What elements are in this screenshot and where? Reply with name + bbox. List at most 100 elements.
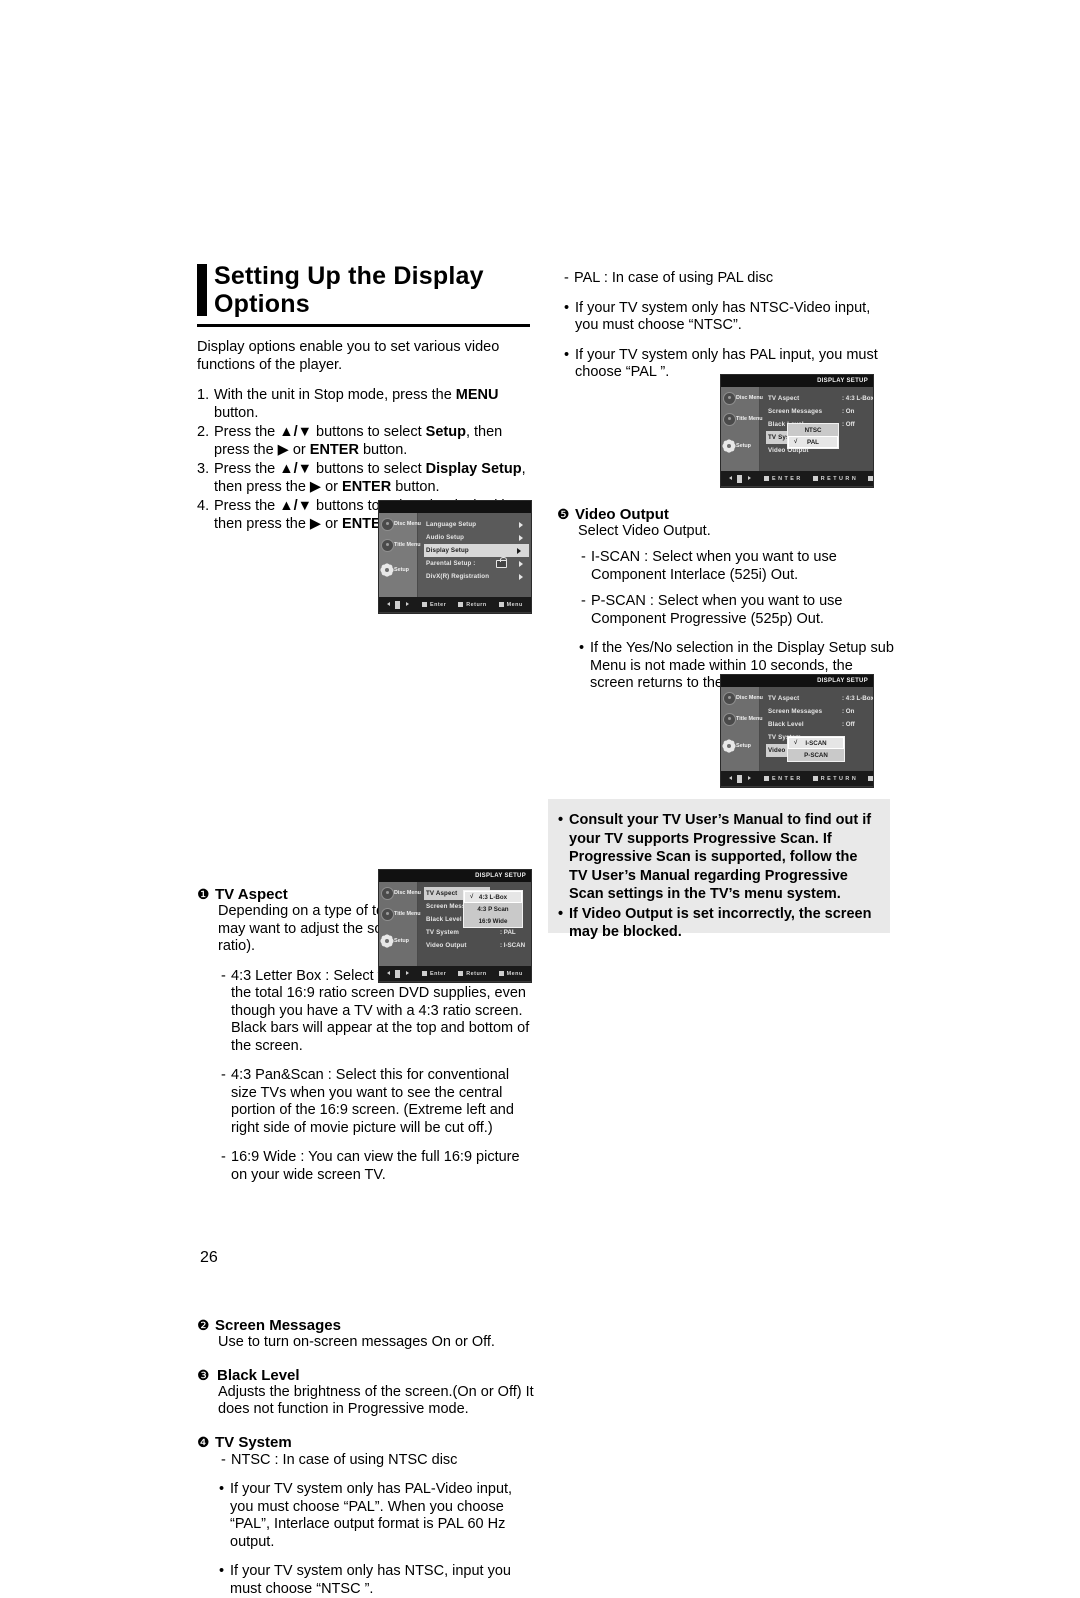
osd-sidebar-disc-menu[interactable]: Disc Menu [379,882,417,903]
list-item: •If your TV system only has NTSC-Video i… [564,300,897,335]
check-icon: √ [470,894,473,900]
section-body: Adjusts the brightness of the screen.(On… [218,1384,537,1419]
osd-popup-option-label: 4:3 P Scan [477,906,508,913]
osd-menu-row-value: : PAL [500,929,516,936]
osd-sidebar-disc-menu[interactable]: Disc Menu [721,387,759,408]
osd-popup-tv-system: NTSC √ PAL [787,423,839,449]
osd-popup-option[interactable]: NTSC [788,424,838,436]
osd-sidebar-title-menu[interactable]: Title Menu [379,903,417,924]
section-heading: ❷ Screen Messages [197,1317,537,1334]
disc-icon [381,539,393,551]
page-title: Setting Up the Display Options [197,262,537,318]
osd-menu-row-label: TV Aspect [768,695,799,702]
osd-sidebar-title-menu[interactable]: Title Menu [379,534,417,555]
list-item: - PAL : In case of using PAL disc [564,270,897,288]
osd-sidebar-title-menu-label: Title Menu [394,542,421,548]
list-item: -16:9 Wide : You can view the full 16:9 … [221,1149,537,1184]
osd-popup-video-output: √I-SCANP-SCAN [787,736,845,762]
chevron-right-icon [517,548,521,554]
osd-sidebar-setup[interactable]: Setup [379,559,417,580]
osd-sidebar-setup[interactable]: Setup [721,735,759,756]
osd-menu-row-value: : Off [842,721,855,728]
osd-sidebar-setup-label: Setup [736,443,751,449]
list-item: •If your TV system only has NTSC, input … [219,1563,537,1598]
osd-sidebar: Disc Menu Title Menu Setup [721,387,760,471]
osd-popup-option-label: 4:3 L-Box [479,894,507,901]
osd-footer: Enter Return Menu [379,966,531,981]
osd-menu-row[interactable]: TV Aspect: 4:3 L-Box [766,692,873,705]
osd-menu-row[interactable]: Screen Messages: On [766,705,873,718]
osd-popup-option[interactable]: 16:9 Wide [464,915,522,927]
osd-sidebar-disc-menu[interactable]: Disc Menu [721,687,759,708]
osd-footer: E N T E R R E T U R N M E N U [721,771,873,786]
osd-menu-row[interactable]: DivX(R) Registration [424,570,531,583]
disc-icon [723,713,735,725]
osd-menu-row[interactable]: Language Setup [424,518,531,531]
section-bullets: •If your TV system only has PAL-Video in… [197,1481,537,1598]
osd-menu-row[interactable]: Screen Messages: On [766,405,873,418]
osd-tv-system-screenshot: DISPLAY SETUP Disc Menu Title Menu Setup [720,374,874,488]
osd-popup-option[interactable]: √I-SCAN [788,737,844,749]
section-heading: ❺ Video Output [557,506,897,523]
disc-icon [723,413,735,425]
osd-body: Disc Menu Title Menu Setup TV Aspect: 4:… [721,387,873,471]
osd-sidebar-title-menu[interactable]: Title Menu [721,408,759,429]
osd-footer-return: R E T U R N [813,776,856,782]
osd-menu-row[interactable]: TV Aspect: 4:3 L-Box [766,392,873,405]
osd-popup-option[interactable]: √ 4:3 L-Box [464,891,522,903]
list-marker: - [221,968,231,1056]
osd-sidebar-title-menu[interactable]: Title Menu [721,708,759,729]
osd-popup-option-label: PAL [807,439,819,446]
osd-sidebar-disc-menu-label: Disc Menu [394,521,421,527]
notice-text: Consult your TV User’s Manual to find ou… [569,811,876,904]
intro-paragraph: Display options enable you to set variou… [197,339,537,374]
list-item: -4:3 Pan&Scan : Select this for conventi… [221,1067,537,1137]
osd-titlebar: DISPLAY SETUP [721,375,873,387]
notice-marker: • [558,905,569,942]
osd-title-text: DISPLAY SETUP [817,378,868,384]
osd-sidebar-setup-label: Setup [394,938,409,944]
osd-sidebar-setup[interactable]: Setup [721,435,759,456]
osd-menu-row[interactable]: Video Output: I-SCAN [424,939,531,952]
osd-menu-row-value: : I-SCAN [500,942,525,949]
osd-footer-enter: Enter [422,971,446,977]
osd-footer-enter: E N T E R [764,476,801,482]
osd-menu-row-label: Parental Setup : [426,560,476,567]
osd-menu-row[interactable]: Audio Setup [424,531,531,544]
section-body: Use to turn on-screen messages On or Off… [218,1334,537,1352]
list-text: I-SCAN : Select when you want to use Com… [591,549,897,584]
osd-popup-option[interactable]: 4:3 P Scan [464,903,522,915]
section-black-level: ❸ Black Level Adjusts the brightness of … [197,1367,537,1419]
list-text: 4:3 Pan&Scan : Select this for conventio… [231,1067,537,1137]
check-icon: √ [794,439,797,445]
osd-menu-row-label: Display Setup [426,547,469,554]
osd-popup-option-label: I-SCAN [805,740,826,747]
title-accent-bar [197,264,207,316]
chevron-right-icon [519,522,523,528]
osd-sidebar-disc-menu[interactable]: Disc Menu [379,513,417,534]
osd-menu-row[interactable]: Display Setup [424,544,529,557]
section-screen-messages: ❷ Screen Messages Use to turn on-screen … [197,1317,537,1352]
step-item: 2.Press the ▲/▼ buttons to select Setup,… [197,423,537,459]
section-title: TV System [215,1434,292,1451]
step-item: 1.With the unit in Stop mode, press the … [197,386,537,422]
osd-sidebar-title-menu-label: Title Menu [394,911,421,917]
osd-sidebar: Disc Menu Title Menu Setup [379,513,418,597]
osd-titlebar: DISPLAY SETUP [379,870,531,882]
disc-icon [723,392,735,404]
osd-popup-option[interactable]: √ PAL [788,436,838,448]
list-marker: • [579,640,590,693]
step-text: Press the ▲/▼ buttons to select Setup, t… [214,423,537,459]
osd-menu-row-label: Screen Messages [768,408,822,415]
osd-sidebar-setup-label: Setup [394,567,409,573]
osd-sidebar-setup[interactable]: Setup [379,930,417,951]
osd-menu-row[interactable]: Parental Setup : [424,557,531,570]
osd-footer-return: R E T U R N [813,476,856,482]
osd-menu-row-label: TV Aspect [768,395,799,402]
osd-sidebar: Disc Menu Title Menu Setup [379,882,418,966]
osd-menu-row[interactable]: Black Level: Off [766,718,873,731]
progressive-scan-notice: •Consult your TV User’s Manual to find o… [548,799,890,933]
osd-menu-row-label: Language Setup [426,521,476,528]
osd-menu-row-label: DivX(R) Registration [426,573,489,580]
osd-popup-option[interactable]: P-SCAN [788,749,844,761]
